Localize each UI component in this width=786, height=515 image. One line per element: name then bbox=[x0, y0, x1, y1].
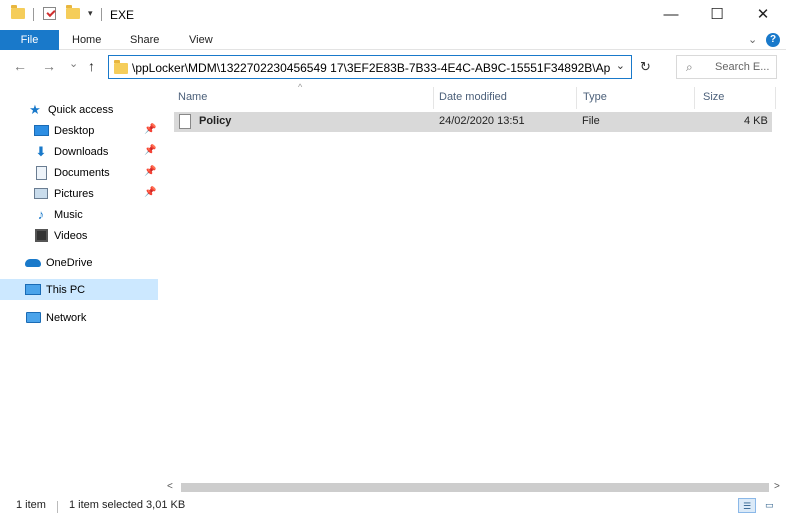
scroll-left-button[interactable]: < bbox=[167, 481, 173, 492]
quick-access-dropdown-icon[interactable]: ▾ bbox=[88, 8, 93, 19]
navigation-pane: ★ Quick access Desktop 📌 ⬇ Downloads 📌 D… bbox=[0, 95, 160, 478]
forward-button[interactable]: → bbox=[42, 58, 56, 74]
nav-item-label: Network bbox=[46, 311, 87, 324]
up-button[interactable]: ↑ bbox=[88, 58, 95, 74]
maximize-button[interactable]: ☐ bbox=[694, 0, 740, 30]
ribbon-tabs: File Home Share View ⌄ ? bbox=[0, 30, 786, 50]
column-header-name[interactable]: Name bbox=[178, 91, 207, 103]
star-icon: ★ bbox=[29, 101, 41, 117]
nav-item-documents[interactable]: Documents bbox=[33, 162, 110, 183]
search-input[interactable]: Search E... bbox=[715, 61, 769, 73]
computer-icon bbox=[25, 282, 41, 298]
status-bar: 1 item 1 item selected 3,01 KB ☰ ▭ bbox=[0, 497, 786, 515]
search-icon: ⌕ bbox=[686, 60, 693, 74]
expand-ribbon-icon[interactable]: ⌄ bbox=[748, 33, 757, 46]
properties-icon[interactable] bbox=[43, 7, 56, 20]
scrollbar-thumb[interactable] bbox=[181, 483, 769, 492]
scroll-right-button[interactable]: > bbox=[774, 481, 780, 492]
nav-item-network[interactable]: Network bbox=[25, 307, 86, 328]
help-icon[interactable]: ? bbox=[766, 33, 780, 47]
nav-item-downloads[interactable]: ⬇ Downloads bbox=[33, 141, 109, 162]
nav-item-quick-access[interactable]: ★ Quick access bbox=[27, 99, 113, 120]
title-bar: ▾ EXE — ☐ ✕ bbox=[0, 0, 786, 30]
status-separator bbox=[57, 501, 58, 513]
nav-item-label: Downloads bbox=[54, 145, 109, 158]
file-icon bbox=[179, 114, 191, 129]
item-count: 1 item bbox=[16, 499, 46, 511]
file-list: ^ Name Date modified Type Size Policy 24… bbox=[163, 82, 786, 480]
navigation-bar: ← → ⌄ ↑ \ppLocker\MDM\1322702230456549 1… bbox=[0, 50, 786, 84]
nav-item-label: This PC bbox=[46, 283, 86, 296]
recent-locations-button[interactable]: ⌄ bbox=[69, 57, 78, 70]
column-header-type[interactable]: Type bbox=[583, 91, 607, 103]
tab-file[interactable]: File bbox=[0, 30, 59, 50]
cloud-icon bbox=[25, 255, 41, 271]
file-name: Policy bbox=[199, 115, 232, 127]
nav-item-desktop[interactable]: Desktop bbox=[33, 120, 94, 141]
details-view-button[interactable]: ☰ bbox=[738, 498, 756, 513]
column-divider[interactable] bbox=[694, 87, 695, 109]
horizontal-scrollbar[interactable]: < > bbox=[163, 480, 786, 495]
selection-info: 1 item selected 3,01 KB bbox=[69, 499, 186, 511]
search-box[interactable]: ⌕ Search E... bbox=[676, 55, 777, 79]
nav-item-label: Documents bbox=[54, 166, 110, 179]
close-button[interactable]: ✕ bbox=[740, 0, 786, 30]
music-icon: ♪ bbox=[37, 207, 45, 222]
large-icons-view-icon: ▭ bbox=[765, 500, 774, 510]
folder-icon bbox=[114, 60, 128, 74]
address-bar[interactable]: \ppLocker\MDM\1322702230456549 17\3EF2E8… bbox=[108, 55, 632, 79]
nav-item-music[interactable]: ♪ Music bbox=[33, 204, 83, 225]
folder-icon[interactable] bbox=[11, 5, 25, 19]
address-dropdown-button[interactable]: ⌄ bbox=[616, 59, 625, 72]
column-divider[interactable] bbox=[775, 87, 776, 109]
nav-item-onedrive[interactable]: OneDrive bbox=[25, 252, 92, 273]
column-header-size[interactable]: Size bbox=[703, 91, 724, 103]
nav-item-pictures[interactable]: Pictures bbox=[33, 183, 94, 204]
toolbar-separator bbox=[33, 8, 34, 21]
desktop-icon bbox=[33, 123, 49, 139]
tab-view[interactable]: View bbox=[189, 30, 213, 50]
address-text[interactable]: \ppLocker\MDM\1322702230456549 17\3EF2E8… bbox=[132, 61, 610, 75]
pin-icon[interactable]: 📌 bbox=[144, 145, 156, 156]
table-row[interactable]: Policy 24/02/2020 13:51 File 4 KB bbox=[174, 112, 772, 132]
sort-ascending-icon: ^ bbox=[298, 82, 303, 92]
details-view-icon: ☰ bbox=[743, 501, 752, 511]
nav-item-this-pc[interactable]: This PC bbox=[25, 279, 85, 300]
back-button[interactable]: ← bbox=[13, 58, 27, 74]
tab-share[interactable]: Share bbox=[130, 30, 159, 50]
tab-home[interactable]: Home bbox=[72, 30, 101, 50]
nav-item-label: Desktop bbox=[54, 124, 95, 137]
minimize-button[interactable]: — bbox=[648, 0, 694, 30]
pin-icon[interactable]: 📌 bbox=[144, 124, 156, 135]
nav-item-label: Videos bbox=[54, 229, 88, 242]
large-icons-view-button[interactable]: ▭ bbox=[761, 498, 779, 513]
nav-item-label: OneDrive bbox=[46, 256, 93, 269]
nav-item-label: Pictures bbox=[54, 187, 94, 200]
network-icon bbox=[25, 310, 41, 326]
downloads-icon: ⬇ bbox=[35, 143, 47, 159]
column-divider[interactable] bbox=[433, 87, 434, 109]
documents-icon bbox=[33, 165, 49, 181]
file-size: 4 KB bbox=[744, 115, 768, 127]
file-date-modified: 24/02/2020 13:51 bbox=[439, 115, 525, 127]
toolbar-separator bbox=[101, 8, 102, 21]
column-divider[interactable] bbox=[576, 87, 577, 109]
window-title: EXE bbox=[110, 8, 135, 22]
videos-icon bbox=[33, 228, 49, 244]
pin-icon[interactable]: 📌 bbox=[144, 166, 156, 177]
pictures-icon bbox=[33, 186, 49, 202]
nav-item-videos[interactable]: Videos bbox=[33, 225, 87, 246]
file-type: File bbox=[582, 115, 600, 127]
refresh-button[interactable]: ↻ bbox=[640, 59, 651, 75]
nav-item-label: Music bbox=[54, 208, 83, 221]
pin-icon[interactable]: 📌 bbox=[144, 187, 156, 198]
column-header-date-modified[interactable]: Date modified bbox=[439, 91, 507, 103]
new-folder-icon[interactable] bbox=[66, 5, 80, 19]
nav-item-label: Quick access bbox=[48, 103, 114, 116]
